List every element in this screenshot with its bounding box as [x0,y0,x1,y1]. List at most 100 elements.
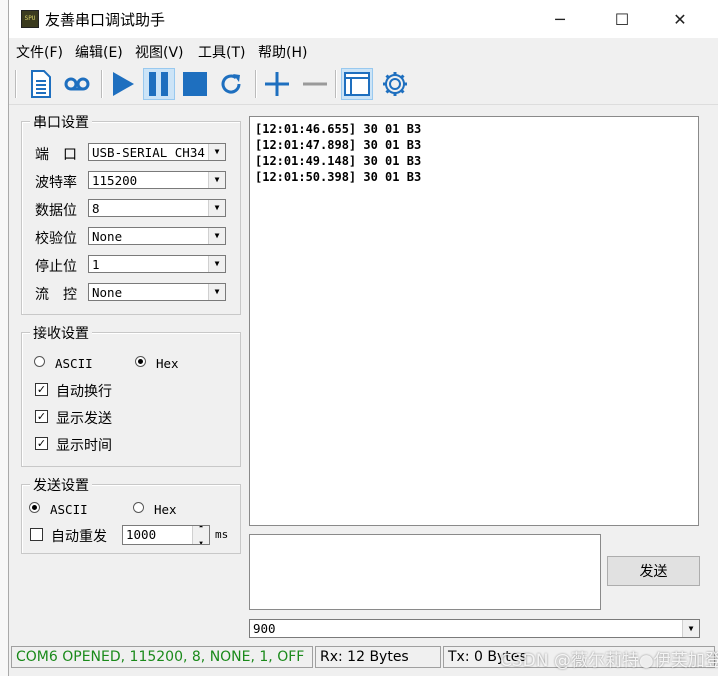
menu-view[interactable]: 视图(V) [135,42,184,62]
loop-icon [64,77,90,91]
data-bits-value: 8 [92,201,100,216]
document-icon [31,70,51,98]
add-button[interactable] [261,68,293,100]
receive-settings-title: 接收设置 [30,323,92,343]
minimize-button[interactable]: ─ [537,0,583,38]
refresh-icon [221,74,241,94]
flow-control-label: 流 控 [35,287,77,303]
flow-control-select[interactable]: None ▼ [88,283,226,301]
title-bar: SPU 友善串口调试助手 ─ ☐ ✕ [9,0,718,38]
auto-resend-checkbox[interactable] [30,528,43,541]
receive-ascii-radio[interactable] [34,356,45,367]
baud-rate-select[interactable]: 115200 ▼ [88,171,226,189]
close-button[interactable]: ✕ [657,0,703,38]
resend-interval-value: 1000 [126,527,157,542]
background-window-strip [0,0,8,676]
toolbar-separator [255,70,257,98]
toolbar-separator [335,70,337,98]
stop-bits-label: 停止位 [35,259,77,275]
baud-rate-label: 波特率 [35,175,77,191]
minimize-icon: ─ [555,9,565,29]
show-send-label: 显示发送 [56,411,112,427]
toolbar-separator [101,70,103,98]
auto-resend-label: 自动重发 [51,529,107,545]
menu-edit[interactable]: 编辑(E) [75,42,123,62]
remove-icon [303,82,327,86]
watermark: CSDN @薇尔莉特●伊芙加登 [500,651,718,671]
app-logo-icon: SPU [21,10,39,28]
stepper-arrows-icon: ▲ ▼ [192,526,209,544]
baud-rate-value: 115200 [92,173,138,188]
new-document-button[interactable] [25,68,57,100]
receive-settings-group [21,332,241,467]
window-icon [344,72,370,96]
auto-wrap-label: 自动换行 [56,384,112,400]
send-hex-radio[interactable] [133,502,144,513]
record-button[interactable] [61,68,93,100]
receive-hex-radio[interactable] [135,356,146,367]
maximize-button[interactable]: ☐ [599,0,645,38]
resend-interval-unit: ms [215,528,229,541]
start-button[interactable] [107,68,139,100]
chevron-down-icon: ▼ [208,256,225,272]
chevron-down-icon: ▼ [208,172,225,188]
parity-label: 校验位 [35,231,77,247]
gear-icon [383,72,407,96]
receive-ascii-label: ASCII [55,356,93,371]
send-button[interactable]: 发送 [607,556,700,586]
menu-tools[interactable]: 工具(T) [198,42,245,62]
chevron-down-icon: ▼ [208,228,225,244]
menu-help[interactable]: 帮助(H) [258,42,307,62]
send-settings-title: 发送设置 [30,475,92,495]
window-title: 友善串口调试助手 [45,11,166,29]
receive-hex-label: Hex [156,356,179,371]
port-value: USB-SERIAL CH34 [92,145,205,160]
stop-bits-value: 1 [92,257,100,272]
chevron-down-icon: ▼ [208,144,225,160]
stop-button[interactable] [179,68,211,100]
menu-file[interactable]: 文件(F) [16,42,63,62]
send-history-value: 900 [253,621,276,636]
show-time-checkbox[interactable]: ✓ [35,437,48,450]
serial-settings-title: 串口设置 [30,112,92,132]
settings-button[interactable] [379,68,411,100]
rx-counter: Rx: 12 Bytes [315,646,441,668]
log-line: [12:01:50.398] 30 01 B3 [255,170,422,184]
play-icon [113,72,134,96]
stop-icon [183,72,207,96]
send-ascii-radio[interactable] [29,502,40,513]
receive-textarea[interactable]: [12:01:46.655] 30 01 B3 [12:01:47.898] 3… [249,116,699,526]
show-time-label: 显示时间 [56,438,112,454]
maximize-icon: ☐ [614,9,630,29]
window-layout-button[interactable] [341,68,373,100]
port-label: 端 口 [35,147,77,163]
toolbar-separator [15,70,17,98]
parity-select[interactable]: None ▼ [88,227,226,245]
send-ascii-label: ASCII [50,502,88,517]
log-line: [12:01:46.655] 30 01 B3 [255,122,422,136]
app-window: SPU 友善串口调试助手 ─ ☐ ✕ 文件(F) 编辑(E) 视图(V) 工具(… [8,0,718,676]
pause-button[interactable] [143,68,175,100]
toolbar [9,64,718,105]
add-icon [265,72,289,96]
send-hex-label: Hex [154,502,177,517]
refresh-button[interactable] [215,68,247,100]
port-select[interactable]: USB-SERIAL CH34 ▼ [88,143,226,161]
close-icon: ✕ [673,9,687,29]
log-line: [12:01:49.148] 30 01 B3 [255,154,422,168]
data-bits-select[interactable]: 8 ▼ [88,199,226,217]
send-history-select[interactable]: 900 ▼ [249,619,700,638]
auto-wrap-checkbox[interactable]: ✓ [35,383,48,396]
resend-interval-stepper[interactable]: 1000 ▲ ▼ [122,525,210,545]
connection-status: COM6 OPENED, 115200, 8, NONE, 1, OFF [11,646,313,668]
log-line: [12:01:47.898] 30 01 B3 [255,138,422,152]
parity-value: None [92,229,123,244]
chevron-down-icon: ▼ [208,200,225,216]
data-bits-label: 数据位 [35,203,77,219]
pause-icon [149,72,168,96]
send-textarea[interactable] [249,534,601,610]
show-send-checkbox[interactable]: ✓ [35,410,48,423]
stop-bits-select[interactable]: 1 ▼ [88,255,226,273]
remove-button[interactable] [299,68,331,100]
flow-control-value: None [92,285,123,300]
